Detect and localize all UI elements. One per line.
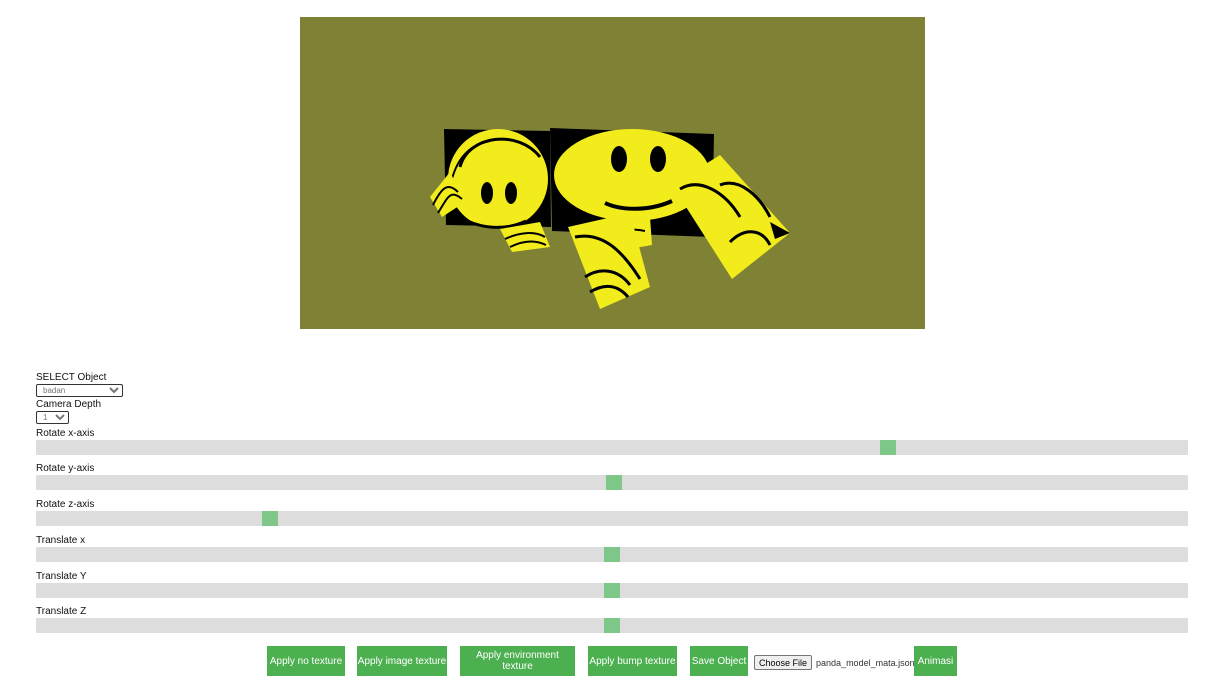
panda-scene [430,128,790,309]
camera-depth-label: Camera Depth [36,399,102,410]
apply-no-texture-button[interactable]: Apply no texture [267,646,345,676]
translate-y-slider[interactable] [36,583,1188,598]
left-head-cube [444,129,551,229]
animasi-button[interactable]: Animasi [914,646,957,676]
rotate-y-label: Rotate y-axis [36,463,95,474]
apply-environment-texture-button[interactable]: Apply environment texture [460,646,575,676]
camera-depth-dropdown[interactable]: 1 [36,411,69,424]
webgl-canvas[interactable] [300,17,925,329]
translate-y-slider-thumb[interactable] [604,583,620,598]
apply-image-texture-button[interactable]: Apply image texture [357,646,447,676]
choose-file-button[interactable]: Choose File [754,655,813,670]
translate-z-slider-thumb[interactable] [604,618,620,633]
chosen-file-name: panda_model_mata.json [816,657,915,668]
rotate-y-slider[interactable] [36,475,1188,490]
control-panel: SELECT Object badan Camera Depth 1 [36,372,1188,424]
file-input[interactable]: Choose File panda_model_mata.json [754,655,915,670]
rotate-x-label: Rotate x-axis [36,428,95,439]
rotate-x-slider[interactable] [36,440,1188,455]
apply-bump-texture-button[interactable]: Apply bump texture [588,646,677,676]
translate-x-label: Translate x [36,535,86,546]
rotate-z-label: Rotate z-axis [36,499,95,510]
translate-z-slider-row: Translate Z [36,606,1188,633]
rotate-y-slider-thumb[interactable] [606,475,622,490]
translate-y-label: Translate Y [36,571,87,582]
select-object-label: SELECT Object [36,372,107,383]
rotate-z-slider[interactable] [36,511,1188,526]
rotate-z-slider-thumb[interactable] [262,511,278,526]
translate-x-slider-row: Translate x [36,535,1188,562]
rotate-z-slider-row: Rotate z-axis [36,499,1188,526]
translate-z-slider[interactable] [36,618,1188,633]
translate-y-slider-row: Translate Y [36,571,1188,598]
translate-z-label: Translate Z [36,606,87,617]
save-object-button[interactable]: Save Object [690,646,748,676]
translate-x-slider-thumb[interactable] [604,547,620,562]
rotate-x-slider-thumb[interactable] [880,440,896,455]
rotate-y-slider-row: Rotate y-axis [36,463,1188,490]
select-object-dropdown[interactable]: badan [36,384,123,397]
button-bar: Apply no texture Apply image texture App… [0,646,1216,676]
rotate-x-slider-row: Rotate x-axis [36,428,1188,455]
translate-x-slider[interactable] [36,547,1188,562]
